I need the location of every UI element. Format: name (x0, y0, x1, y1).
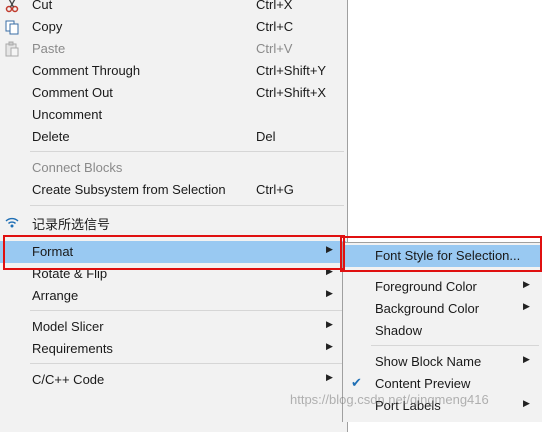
menu-item-comment-out[interactable]: Comment Out Ctrl+Shift+X (0, 82, 346, 104)
submenu-item-background-color[interactable]: Background Color ▶ (343, 298, 541, 320)
connect-blocks-label: Connect Blocks (32, 160, 123, 175)
copy-icon (5, 20, 19, 35)
submenu-item-show-block-name[interactable]: Show Block Name ▶ (343, 351, 541, 373)
menu-item-comment-through[interactable]: Comment Through Ctrl+Shift+Y (0, 60, 346, 82)
submenu-arrow-icon: ▶ (326, 341, 333, 351)
submenu-arrow-icon: ▶ (523, 279, 530, 289)
menu-separator (30, 151, 344, 152)
format-label: Format (32, 244, 74, 259)
comment-out-label: Comment Out (32, 85, 113, 100)
submenu-separator (371, 345, 539, 346)
delete-shortcut: Del (256, 129, 276, 144)
format-submenu: Font Style for Selection... Foreground C… (342, 242, 542, 422)
checkmark-icon: ✔ (351, 375, 362, 390)
menu-separator (30, 363, 344, 364)
requirements-label: Requirements (32, 341, 113, 356)
menu-item-uncomment[interactable]: Uncomment (0, 104, 346, 126)
paste-shortcut: Ctrl+V (256, 41, 293, 56)
submenu-arrow-icon: ▶ (523, 398, 530, 408)
comment-through-shortcut: Ctrl+Shift+Y (256, 63, 327, 78)
menu-item-copy[interactable]: Copy Ctrl+C (0, 16, 346, 38)
uncomment-label: Uncomment (32, 107, 103, 122)
font-style-label: Font Style for Selection... (375, 248, 521, 263)
log-signal-label: 记录所选信号 (32, 217, 111, 232)
create-subsystem-label: Create Subsystem from Selection (32, 182, 226, 197)
comment-through-label: Comment Through (32, 63, 141, 78)
menu-item-cpp-code[interactable]: C/C++ Code ▶ (0, 369, 346, 391)
cut-label: Cut (32, 0, 53, 12)
menu-item-model-slicer[interactable]: Model Slicer ▶ (0, 316, 346, 338)
menu-separator (30, 310, 344, 311)
submenu-item-port-labels[interactable]: Port Labels ▶ (343, 395, 541, 417)
paste-label: Paste (32, 41, 66, 56)
copy-shortcut: Ctrl+C (256, 19, 294, 34)
signal-logging-icon (5, 217, 19, 228)
menu-item-paste[interactable]: Paste Ctrl+V (0, 38, 346, 60)
menu-item-create-subsystem[interactable]: Create Subsystem from Selection Ctrl+G (0, 179, 346, 201)
delete-label: Delete (32, 129, 70, 144)
menu-item-delete[interactable]: Delete Del (0, 126, 346, 148)
paste-icon (5, 41, 19, 57)
background-color-label: Background Color (375, 301, 480, 316)
menu-item-connect-blocks[interactable]: Connect Blocks (0, 157, 346, 179)
scissors-icon (5, 0, 19, 13)
foreground-color-label: Foreground Color (375, 279, 477, 294)
submenu-arrow-icon: ▶ (326, 244, 333, 254)
cpp-code-label: C/C++ Code (32, 372, 105, 387)
submenu-item-foreground-color[interactable]: Foreground Color ▶ (343, 276, 541, 298)
arrange-label: Arrange (32, 288, 79, 303)
context-menu: Cut Ctrl+X Copy Ctrl+C Paste Ctrl+V Comm… (0, 0, 348, 432)
rotate-flip-label: Rotate & Flip (32, 266, 108, 281)
submenu-separator (371, 271, 539, 272)
menu-item-arrange[interactable]: Arrange ▶ (0, 285, 346, 307)
submenu-item-content-preview[interactable]: ✔ Content Preview (343, 373, 541, 395)
submenu-arrow-icon: ▶ (326, 266, 333, 276)
menu-item-log-signal[interactable]: 记录所选信号 (0, 211, 346, 233)
submenu-arrow-icon: ▶ (523, 354, 530, 364)
menu-item-requirements[interactable]: Requirements ▶ (0, 338, 346, 360)
cut-shortcut: Ctrl+X (256, 0, 293, 12)
menu-separator (30, 236, 344, 237)
menu-item-cut[interactable]: Cut Ctrl+X (0, 0, 346, 16)
menu-item-format[interactable]: Format ▶ (0, 241, 346, 263)
port-labels-label: Port Labels (375, 398, 441, 413)
submenu-item-shadow[interactable]: Shadow (343, 320, 541, 342)
create-subsystem-shortcut: Ctrl+G (256, 182, 294, 197)
submenu-arrow-icon: ▶ (326, 319, 333, 329)
model-slicer-label: Model Slicer (32, 319, 104, 334)
menu-separator (30, 205, 344, 206)
submenu-arrow-icon: ▶ (523, 301, 530, 311)
submenu-arrow-icon: ▶ (326, 372, 333, 382)
show-block-name-label: Show Block Name (375, 354, 482, 369)
copy-label: Copy (32, 19, 63, 34)
shadow-label: Shadow (375, 323, 422, 338)
content-preview-label: Content Preview (375, 376, 471, 391)
submenu-item-font-style[interactable]: Font Style for Selection... (343, 245, 541, 267)
submenu-arrow-icon: ▶ (326, 288, 333, 298)
comment-out-shortcut: Ctrl+Shift+X (256, 85, 327, 100)
menu-item-rotate-flip[interactable]: Rotate & Flip ▶ (0, 263, 346, 285)
